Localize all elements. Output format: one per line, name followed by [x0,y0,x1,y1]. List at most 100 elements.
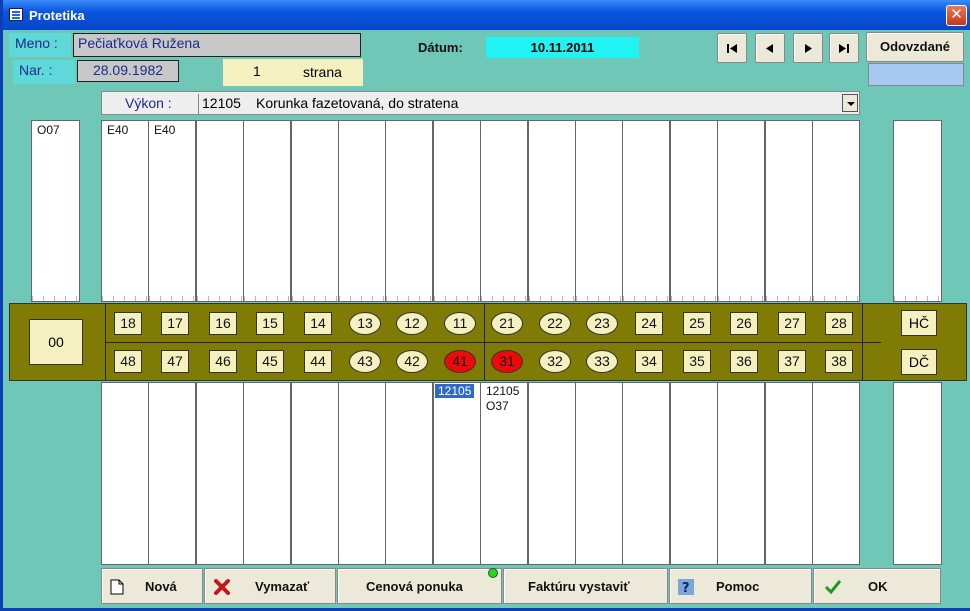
status-indicator-icon [488,568,498,578]
lower-right-column[interactable] [893,382,942,565]
prev-record-button[interactable] [755,33,785,63]
help-icon: ? [678,579,694,595]
lower-column[interactable] [765,382,813,565]
tooth-11[interactable]: 11 [444,312,476,335]
chevron-down-icon[interactable] [842,94,858,112]
upper-column[interactable] [291,120,339,302]
upper-column-code: E40 [107,123,129,137]
tooth-46[interactable]: 46 [209,350,237,373]
lower-column[interactable] [670,382,718,565]
lower-column[interactable]: 12105 O37 [480,382,528,565]
lower-column[interactable] [291,382,339,565]
lower-column[interactable] [717,382,765,565]
svg-text:?: ? [682,581,690,595]
status-box [868,63,964,86]
tooth-32[interactable]: 32 [539,350,571,373]
upper-column[interactable] [243,120,291,302]
nova-button[interactable]: Nová [101,568,203,604]
upper-left-column[interactable]: O07 [31,120,80,302]
date-label: Dátum: [418,40,463,55]
upper-column[interactable] [480,120,528,302]
tooth-33[interactable]: 33 [586,350,618,373]
tooth-chart-band: 00 HČ DČ 18 17 16 15 14 13 12 11 21 22 23 24 25 26 27 2… [9,303,967,381]
last-record-button[interactable] [829,33,859,63]
tooth-13[interactable]: 13 [349,312,381,335]
upper-column[interactable] [433,120,481,302]
tooth-31[interactable]: 31 [491,350,523,373]
lower-column[interactable]: 12105 [433,382,481,565]
lower-column[interactable] [101,382,149,565]
close-button[interactable]: ✕ [946,5,967,26]
tooth-43[interactable]: 43 [349,350,381,373]
tooth-14[interactable]: 14 [304,312,332,335]
fakturu-vystavit-button[interactable]: Faktúru vystaviť [503,568,668,604]
tooth-22[interactable]: 22 [539,312,571,335]
upper-column[interactable]: E40 [101,120,149,302]
tooth-45[interactable]: 45 [256,350,284,373]
tooth-12[interactable]: 12 [396,312,428,335]
tooth-26[interactable]: 26 [730,312,758,335]
next-record-icon [805,44,812,53]
upper-column[interactable] [670,120,718,302]
upper-column[interactable] [338,120,386,302]
lower-column[interactable] [622,382,670,565]
title-bar[interactable]: Protetika ✕ [3,0,970,30]
tooth-18[interactable]: 18 [114,312,142,335]
tooth-34[interactable]: 34 [635,350,663,373]
lower-column[interactable] [148,382,196,565]
protetika-window: Protetika ✕ Meno : Pečiaťková Ružena Nar… [0,0,970,611]
lower-column[interactable] [338,382,386,565]
birth-label: Nar. : [13,60,75,84]
tooth-47[interactable]: 47 [161,350,189,373]
lower-column[interactable] [812,382,860,565]
tooth-37[interactable]: 37 [778,350,806,373]
tooth-16[interactable]: 16 [209,312,237,335]
lower-column[interactable] [243,382,291,565]
pomoc-button[interactable]: ? Pomoc [669,568,812,604]
upper-column[interactable] [575,120,623,302]
upper-right-column[interactable] [893,120,942,302]
tooth-23[interactable]: 23 [586,312,618,335]
upper-column[interactable] [385,120,433,302]
upper-column[interactable]: E40 [148,120,196,302]
tooth-27[interactable]: 27 [778,312,806,335]
date-field[interactable]: 10.11.2011 [486,37,639,58]
upper-jaw-button[interactable]: HČ [901,310,937,336]
tooth-42[interactable]: 42 [396,350,428,373]
tooth-36[interactable]: 36 [730,350,758,373]
upper-column[interactable] [528,120,576,302]
lower-jaw-button[interactable]: DČ [901,349,937,375]
upper-column[interactable] [622,120,670,302]
zero-box[interactable]: 00 [29,319,83,365]
tooth-24[interactable]: 24 [635,312,663,335]
tooth-35[interactable]: 35 [683,350,711,373]
next-record-button[interactable] [793,33,823,63]
lower-column[interactable] [528,382,576,565]
lower-column[interactable] [196,382,244,565]
lower-selected-code[interactable]: 12105 [435,384,475,398]
tooth-48[interactable]: 48 [114,350,142,373]
lower-column[interactable] [385,382,433,565]
upper-column[interactable] [765,120,813,302]
tooth-15[interactable]: 15 [256,312,284,335]
vykon-select[interactable]: Výkon : 12105 Korunka fazetovaná, do str… [101,91,860,115]
name-field[interactable]: Pečiaťková Ružena [73,33,361,57]
upper-column[interactable] [717,120,765,302]
first-record-button[interactable] [717,33,747,63]
upper-column[interactable] [196,120,244,302]
tooth-28[interactable]: 28 [825,312,853,335]
birth-field[interactable]: 28.09.1982 [77,60,179,82]
odovzdane-button[interactable]: Odovzdané [866,32,964,62]
upper-column[interactable] [812,120,860,302]
tooth-21[interactable]: 21 [491,312,523,335]
cenova-ponuka-button[interactable]: Cenová ponuka [337,568,502,604]
tooth-25[interactable]: 25 [683,312,711,335]
ok-button[interactable]: OK [813,568,941,604]
tooth-38[interactable]: 38 [825,350,853,373]
tooth-17[interactable]: 17 [161,312,189,335]
prev-record-icon [766,44,773,53]
lower-column[interactable] [575,382,623,565]
tooth-44[interactable]: 44 [304,350,332,373]
vymazat-button[interactable]: Vymazať [204,568,336,604]
tooth-41[interactable]: 41 [444,350,476,373]
